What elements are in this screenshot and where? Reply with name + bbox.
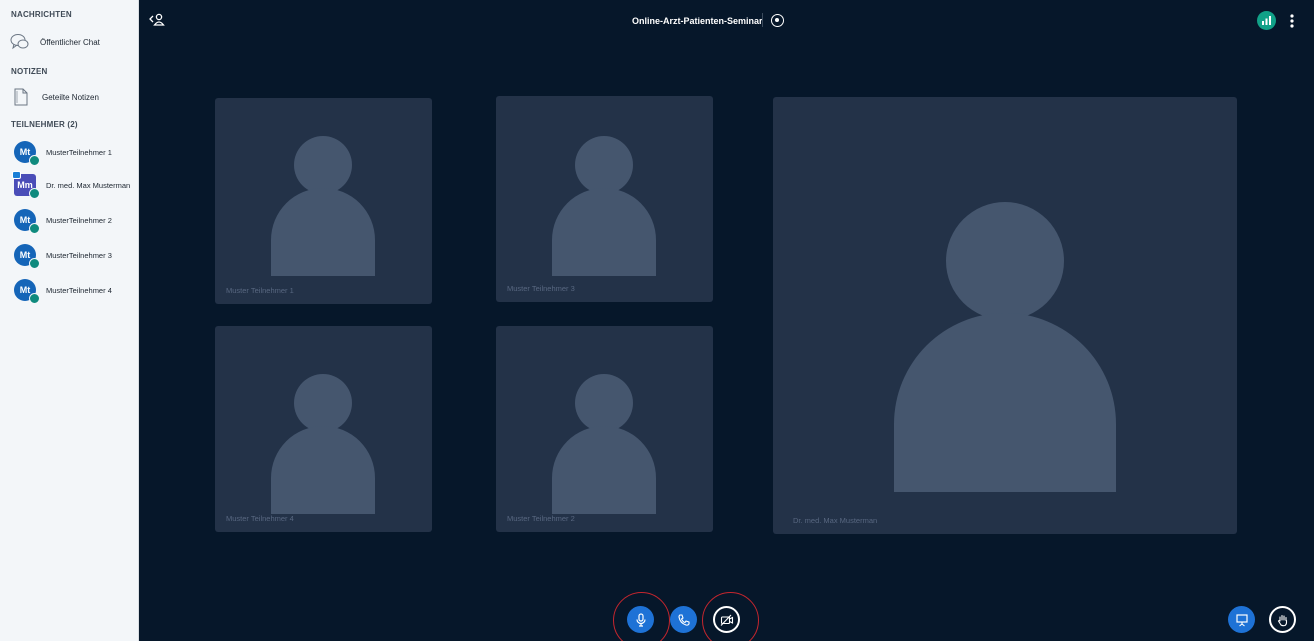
participants-section-title: TEILNEHMER (2)	[11, 120, 78, 129]
user-name: MusterTeilnehmer 4	[46, 285, 112, 295]
video-user-name: Muster Teilnehmer 1	[226, 286, 294, 295]
options-menu-button[interactable]	[1287, 12, 1297, 30]
user-placeholder-icon	[552, 136, 656, 276]
more-vertical-icon	[1290, 14, 1294, 28]
user-list-item[interactable]: Mt MusterTeilnehmer 2	[14, 207, 138, 234]
main-area: Online-Arzt-Patienten-Seminar Muster Tei…	[139, 0, 1314, 641]
video-user-name: Muster Teilnehmer 3	[507, 284, 575, 293]
shared-notes-item[interactable]: Geteilte Notizen	[14, 84, 138, 110]
avatar-initials: Mt	[19, 250, 31, 260]
video-tile-large[interactable]: Dr. med. Max Musterman	[773, 97, 1237, 534]
user-list-item[interactable]: Mt MusterTeilnehmer 1	[14, 139, 138, 166]
presentation-icon	[1235, 613, 1248, 626]
presenter-icon	[12, 171, 21, 179]
video-tile[interactable]: Muster Teilnehmer 2	[496, 326, 713, 532]
chat-icon	[10, 33, 30, 51]
user-list-icon	[149, 13, 165, 26]
user-list-sidebar: NACHRICHTEN Öffentlicher Chat NOTIZEN Ge…	[0, 0, 139, 641]
user-placeholder-icon	[271, 136, 375, 276]
shared-notes-label: Geteilte Notizen	[42, 92, 99, 102]
avatar: Mt	[14, 141, 40, 166]
messages-section-title: NACHRICHTEN	[11, 10, 72, 19]
share-camera-button[interactable]	[713, 606, 740, 633]
video-tile[interactable]: Muster Teilnehmer 1	[215, 98, 432, 304]
avatar: Mm	[12, 171, 40, 199]
document-icon	[14, 88, 28, 106]
status-icon	[29, 223, 40, 234]
mute-button[interactable]	[627, 606, 654, 633]
status-icon	[29, 155, 40, 166]
video-user-name: Dr. med. Max Musterman	[793, 516, 878, 525]
user-placeholder-icon	[552, 374, 656, 514]
microphone-icon	[635, 612, 646, 627]
meeting-title: Online-Arzt-Patienten-Seminar	[632, 16, 763, 26]
avatar: Mt	[14, 244, 40, 269]
header-divider	[762, 13, 763, 27]
public-chat-label: Öffentlicher Chat	[40, 37, 100, 47]
raise-hand-button[interactable]	[1269, 606, 1296, 633]
status-icon	[29, 293, 40, 304]
avatar-initials: Mt	[19, 215, 31, 225]
notes-section-title: NOTIZEN	[11, 67, 48, 76]
avatar-initials: Mt	[19, 285, 31, 295]
user-name: Dr. med. Max Musterman	[46, 180, 131, 190]
user-placeholder-icon	[271, 374, 375, 514]
leave-audio-button[interactable]	[670, 606, 697, 633]
presentation-button[interactable]	[1228, 606, 1255, 633]
video-user-name: Muster Teilnehmer 4	[226, 514, 294, 523]
status-icon	[29, 188, 40, 199]
user-list-item[interactable]: Mt MusterTeilnehmer 3	[14, 242, 138, 269]
user-list-item[interactable]: Mm Dr. med. Max Musterman	[12, 171, 138, 199]
video-tile[interactable]: Muster Teilnehmer 3	[496, 96, 713, 302]
user-name: MusterTeilnehmer 1	[46, 147, 112, 157]
connection-status-button[interactable]	[1257, 11, 1276, 30]
user-placeholder-icon	[894, 202, 1116, 492]
user-name: MusterTeilnehmer 2	[46, 215, 112, 225]
phone-icon	[677, 613, 690, 626]
signal-icon	[1262, 16, 1271, 25]
video-tile[interactable]: Muster Teilnehmer 4	[215, 326, 432, 532]
toggle-userlist-button[interactable]	[148, 12, 166, 28]
avatar: Mt	[14, 279, 40, 304]
raise-hand-icon	[1277, 614, 1287, 626]
user-name: MusterTeilnehmer 3	[46, 250, 112, 260]
user-list-item[interactable]: Mt MusterTeilnehmer 4	[14, 277, 138, 304]
public-chat-item[interactable]: Öffentlicher Chat	[10, 29, 136, 55]
camera-off-icon	[720, 614, 733, 626]
status-icon	[29, 258, 40, 269]
avatar: Mt	[14, 209, 40, 234]
avatar-initials: Mt	[19, 147, 31, 157]
recording-indicator-icon[interactable]	[771, 14, 784, 27]
video-user-name: Muster Teilnehmer 2	[507, 514, 575, 523]
